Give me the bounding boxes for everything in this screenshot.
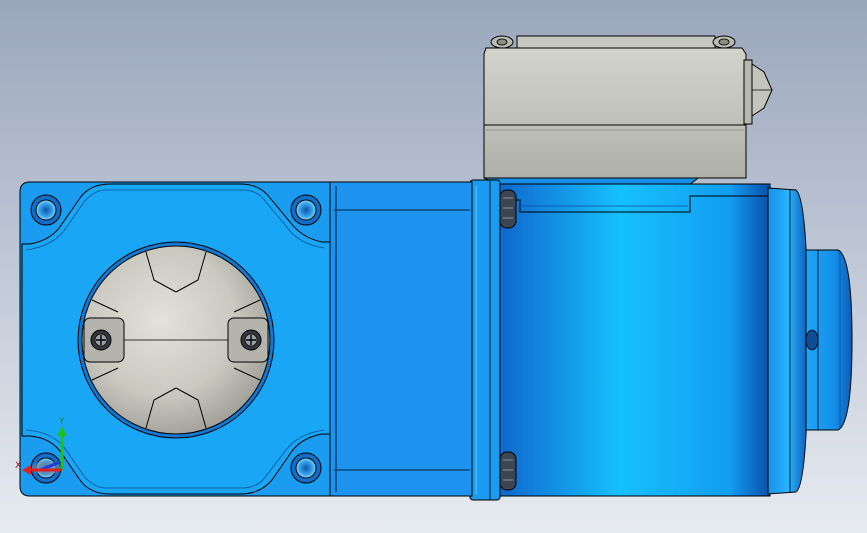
terminal-box[interactable] — [483, 35, 773, 187]
triad-x-label: X — [15, 461, 21, 471]
flange-bolt-bottom — [499, 451, 517, 491]
motor-body[interactable] — [497, 183, 771, 497]
mounting-hole-top-right — [290, 194, 322, 226]
mounting-hole-top-left — [30, 194, 62, 226]
motor-flange — [469, 179, 501, 501]
cap-screw-left — [90, 329, 112, 351]
end-cover-ring — [767, 187, 809, 495]
output-shaft[interactable] — [805, 249, 853, 431]
cap-screw-right — [240, 329, 262, 351]
cad-scene[interactable]: Y X — [0, 0, 867, 533]
gearbox-housing[interactable] — [329, 181, 473, 497]
terminal-box-screw-right — [712, 35, 736, 49]
triad-y-label: Y — [58, 417, 65, 427]
flange-bolt-top — [499, 189, 517, 229]
mounting-hole-bottom-right — [290, 452, 322, 484]
cad-viewport[interactable]: Y X — [0, 0, 867, 533]
terminal-box-screw-left — [490, 35, 514, 49]
